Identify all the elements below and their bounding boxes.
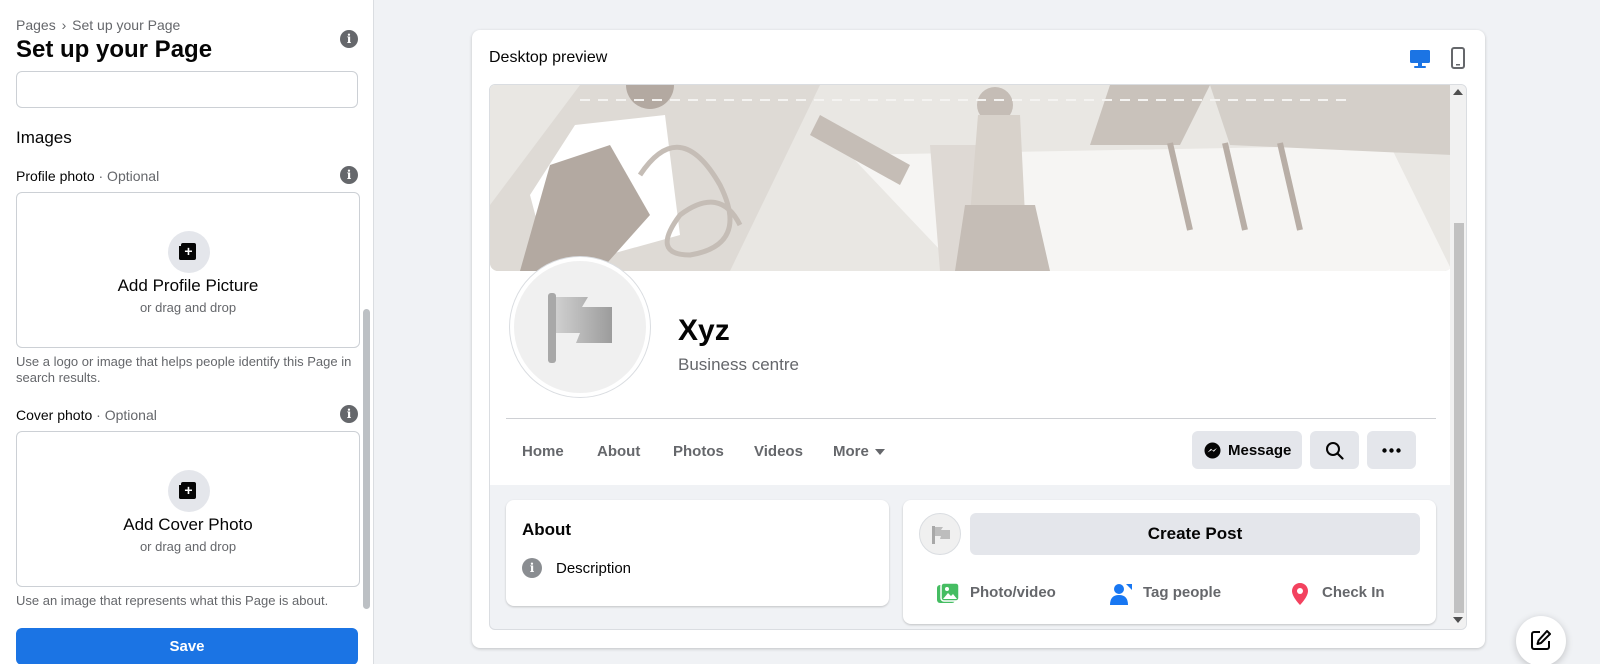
add-cover-photo-sub: or drag and drop bbox=[139, 539, 237, 554]
sidebar-scrollbar[interactable] bbox=[363, 309, 370, 609]
mobile-icon[interactable] bbox=[1450, 47, 1466, 69]
tab-videos[interactable]: Videos bbox=[754, 443, 803, 460]
caret-down-icon bbox=[874, 449, 885, 456]
cover-illustration bbox=[490, 85, 1452, 271]
profile-photo-help: Use a logo or image that helps people id… bbox=[16, 354, 352, 385]
check-in-label: Check In bbox=[1322, 584, 1385, 601]
tab-more[interactable]: More bbox=[833, 443, 885, 460]
profile-photo-label: Profile photo · Optional bbox=[16, 168, 159, 184]
page-header: Xyz Business centre Home About Photos Vi… bbox=[490, 85, 1452, 485]
more-horizontal-icon bbox=[1382, 448, 1401, 453]
breadcrumb-pages-link[interactable]: Pages bbox=[16, 17, 56, 33]
add-profile-picture-title: Add Profile Picture bbox=[117, 276, 259, 295]
about-description: Description bbox=[556, 560, 632, 577]
add-cover-photo-title: Add Cover Photo bbox=[123, 515, 253, 534]
header-divider bbox=[506, 418, 1436, 419]
message-button-label: Message bbox=[1228, 442, 1292, 459]
images-heading: Images bbox=[16, 128, 72, 147]
mini-avatar bbox=[919, 513, 961, 555]
more-options-button[interactable] bbox=[1367, 431, 1416, 469]
profile-photo-label-text: Profile photo bbox=[16, 168, 95, 184]
cover-photo-label: Cover photo · Optional bbox=[16, 407, 157, 423]
search-button[interactable] bbox=[1310, 431, 1359, 469]
preview-scroll-thumb[interactable] bbox=[1454, 223, 1464, 613]
desktop-icon[interactable] bbox=[1409, 47, 1431, 69]
about-card-title: About bbox=[522, 520, 572, 539]
photo-icon bbox=[937, 582, 960, 603]
photo-video-button[interactable]: Photo/video bbox=[936, 582, 1056, 610]
cover-photo-info-icon[interactable]: i bbox=[340, 405, 358, 423]
flag-icon bbox=[932, 526, 950, 544]
messenger-icon bbox=[1204, 442, 1221, 459]
tab-about[interactable]: About bbox=[597, 443, 640, 460]
add-profile-picture-sub: or drag and drop bbox=[139, 300, 237, 315]
location-pin-icon bbox=[1292, 583, 1308, 605]
flag-icon bbox=[548, 293, 612, 363]
profile-photo-optional: · Optional bbox=[98, 168, 160, 184]
page-preview-frame: Xyz Business centre Home About Photos Vi… bbox=[489, 84, 1467, 630]
add-photo-icon: + bbox=[168, 231, 210, 273]
create-post-button[interactable]: Create Post bbox=[970, 513, 1420, 555]
scroll-up-arrow-icon[interactable] bbox=[1453, 89, 1463, 95]
breadcrumb: Pages › Set up your Page bbox=[16, 17, 180, 33]
setup-sidebar: Pages › Set up your Page Set up your Pag… bbox=[0, 0, 374, 664]
about-card: About i Description bbox=[506, 500, 889, 606]
cover-photo-optional: · Optional bbox=[96, 407, 157, 423]
breadcrumb-current: Set up your Page bbox=[72, 17, 181, 33]
tab-more-label: More bbox=[833, 443, 869, 460]
check-in-button[interactable]: Check In bbox=[1288, 582, 1385, 610]
compose-icon bbox=[1531, 630, 1551, 650]
tab-photos[interactable]: Photos bbox=[673, 443, 724, 460]
preview-page-name: Xyz bbox=[678, 314, 730, 347]
cover-photo bbox=[490, 85, 1452, 271]
page-bio-input[interactable] bbox=[16, 71, 358, 108]
cover-photo-label-text: Cover photo bbox=[16, 407, 93, 423]
info-icon[interactable]: i bbox=[340, 30, 358, 48]
scroll-down-arrow-icon[interactable] bbox=[1453, 617, 1463, 623]
compose-message-button[interactable] bbox=[1516, 616, 1566, 664]
add-photo-icon: + bbox=[168, 470, 210, 512]
preview-panel: Desktop preview Xyz Business centre Home… bbox=[472, 30, 1485, 648]
info-icon: i bbox=[522, 558, 542, 578]
breadcrumb-separator: › bbox=[61, 17, 67, 33]
save-button[interactable]: Save bbox=[16, 628, 358, 664]
preview-title: Desktop preview bbox=[489, 49, 608, 66]
page-title: Set up your Page bbox=[16, 36, 213, 63]
create-post-card: Create Post Photo/video Tag people Check… bbox=[903, 500, 1436, 624]
preview-scrollbar[interactable] bbox=[1450, 85, 1466, 629]
profile-picture-placeholder bbox=[510, 257, 650, 397]
cover-photo-help: Use an image that represents what this P… bbox=[16, 593, 329, 608]
message-button[interactable]: Message bbox=[1192, 431, 1302, 469]
tag-people-label: Tag people bbox=[1143, 584, 1222, 601]
tag-people-icon bbox=[1110, 584, 1132, 605]
tab-home[interactable]: Home bbox=[522, 443, 564, 460]
photo-video-label: Photo/video bbox=[970, 584, 1056, 601]
tag-people-button[interactable]: Tag people bbox=[1109, 582, 1221, 610]
add-cover-photo-dropzone[interactable]: + Add Cover Photo or drag and drop bbox=[16, 431, 360, 587]
preview-page-category: Business centre bbox=[678, 355, 799, 374]
profile-photo-info-icon[interactable]: i bbox=[340, 166, 358, 184]
add-profile-picture-dropzone[interactable]: + Add Profile Picture or drag and drop bbox=[16, 192, 360, 348]
search-icon bbox=[1326, 442, 1344, 460]
